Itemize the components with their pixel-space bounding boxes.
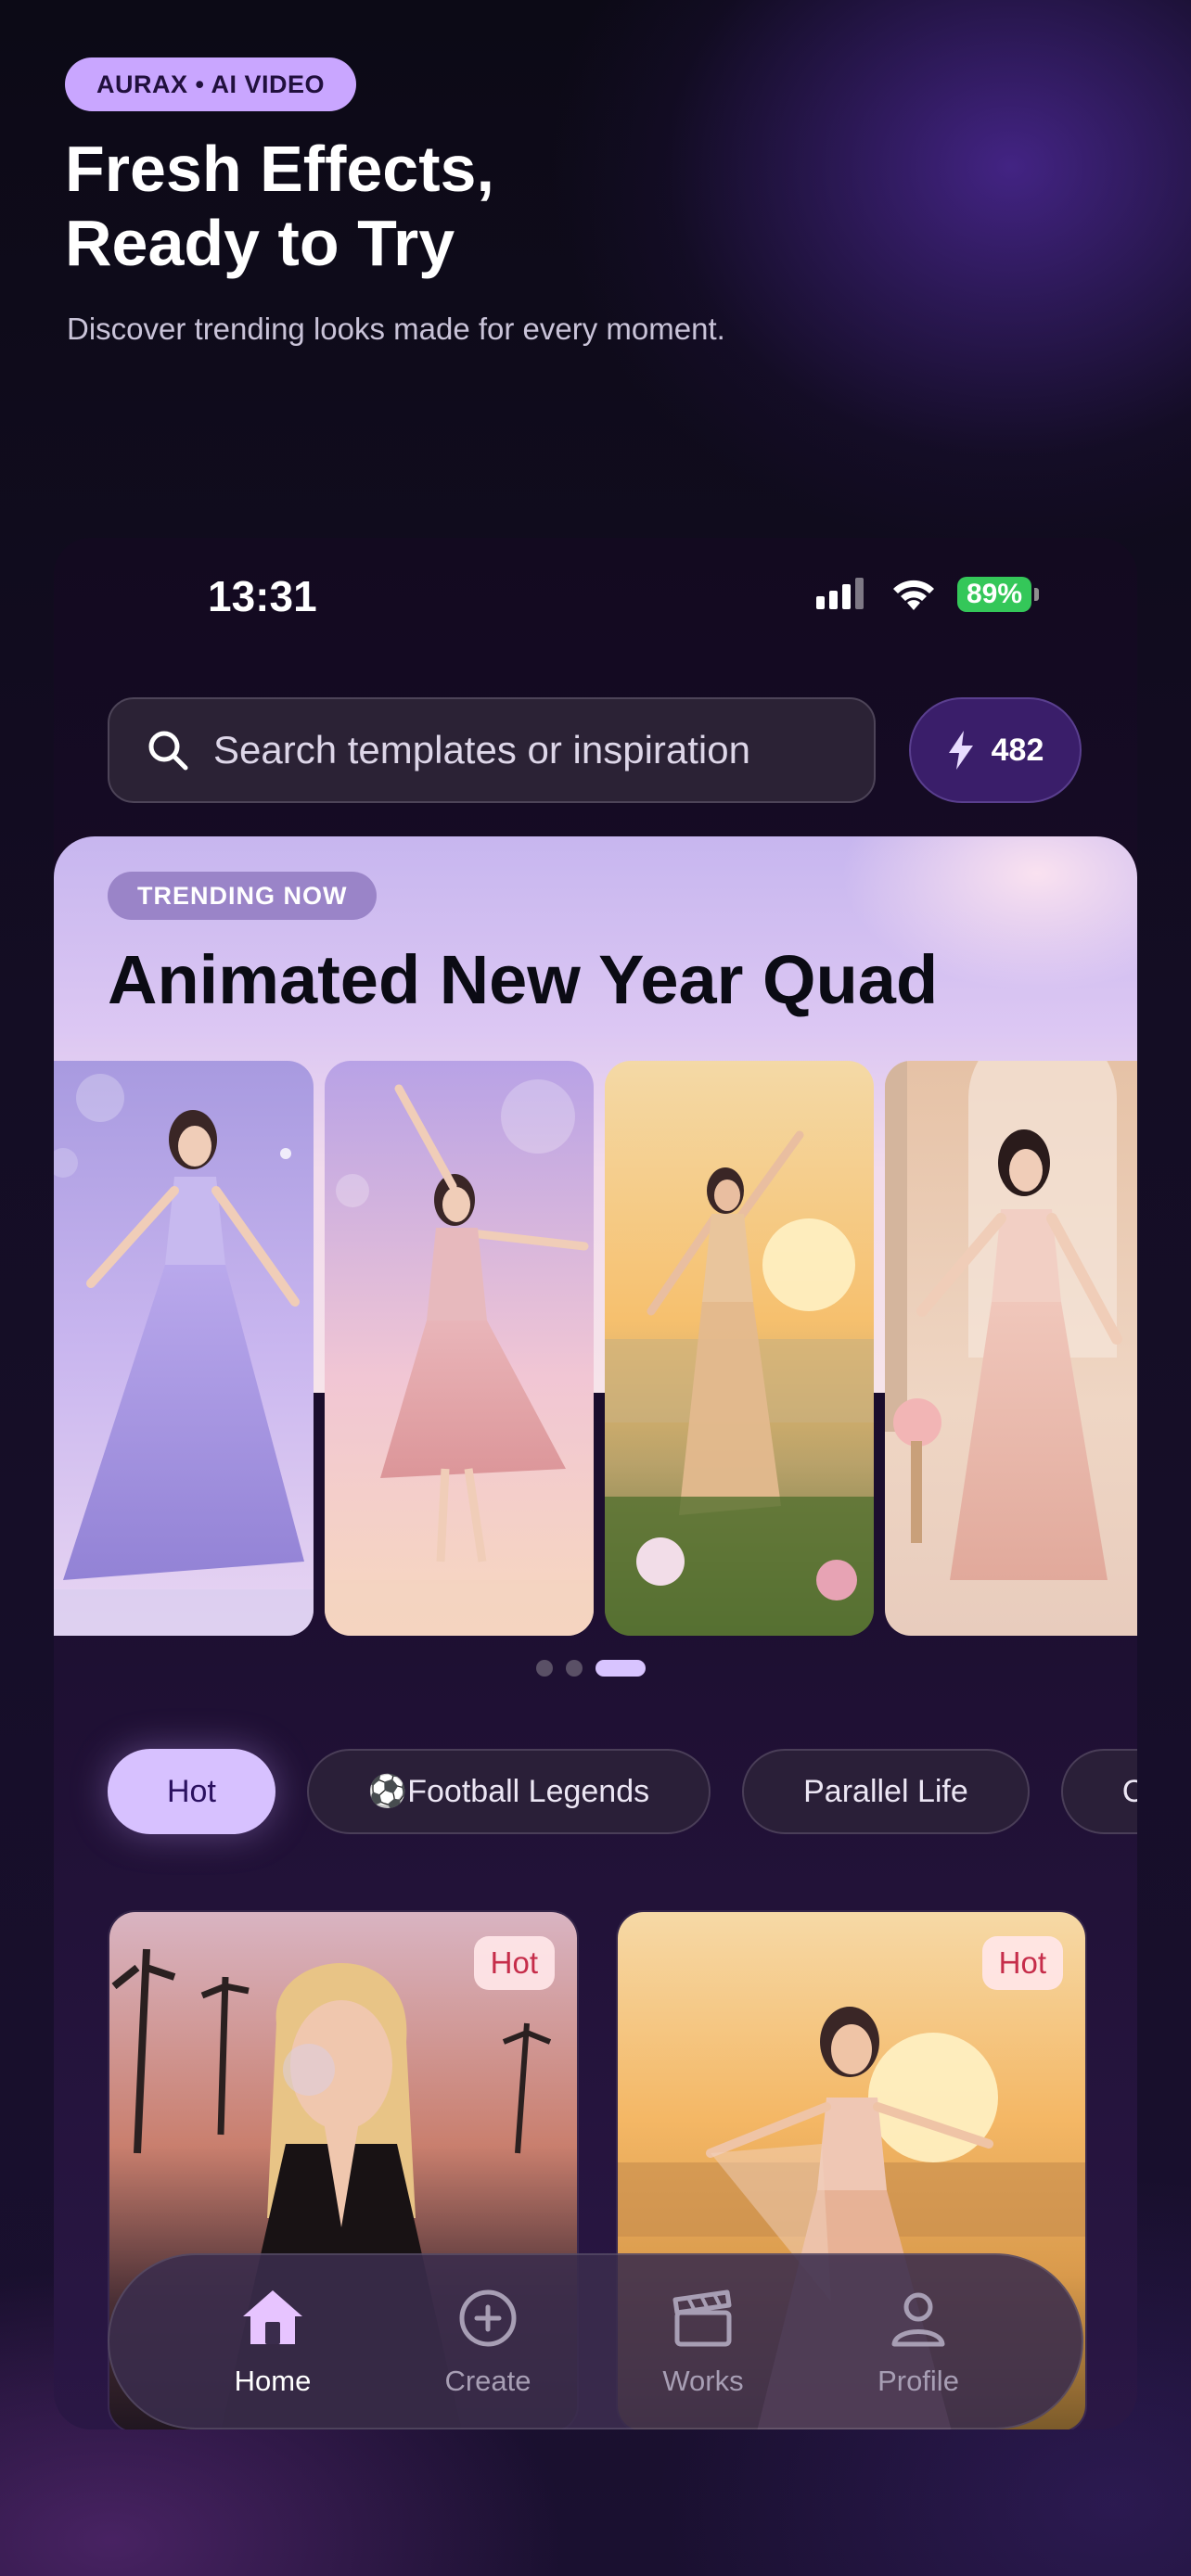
preview-image-3[interactable] [605, 1061, 874, 1636]
chip-co[interactable]: Co [1060, 1749, 1137, 1834]
tab-works-label: Works [662, 2365, 744, 2397]
signal-icon [815, 578, 864, 609]
tab-home-label: Home [234, 2365, 312, 2397]
hero-title: Animated New Year Quad [108, 941, 939, 1018]
chip-football-legends[interactable]: ⚽Football Legends [306, 1749, 711, 1834]
status-time: 13:31 [208, 572, 317, 620]
tab-create-label: Create [444, 2365, 531, 2397]
page-title-line-2: Ready to Try [65, 207, 455, 279]
hot-tag: Hot [473, 1936, 555, 1990]
tab-home[interactable]: Home [198, 2285, 347, 2398]
search-icon [148, 731, 188, 771]
search-placeholder: Search templates or inspiration [213, 728, 750, 772]
bottom-tab-bar: Home Create Works Profile [108, 2253, 1083, 2429]
carousel-pager[interactable] [536, 1660, 646, 1677]
tab-create[interactable]: Create [414, 2285, 562, 2398]
preview-image-2[interactable] [325, 1061, 594, 1636]
user-icon [891, 2292, 945, 2347]
preview-image-4[interactable] [885, 1061, 1137, 1636]
page-title: Fresh Effects, Ready to Try [65, 132, 900, 280]
trending-badge: TRENDING NOW [108, 872, 378, 920]
lightning-icon [948, 731, 973, 770]
tab-profile-label: Profile [877, 2365, 959, 2397]
tab-profile[interactable]: Profile [844, 2285, 992, 2398]
plus-circle-icon [459, 2289, 517, 2347]
credits-button[interactable]: 482 [909, 697, 1082, 803]
tab-works[interactable]: Works [629, 2285, 777, 2398]
phone-screen: 13:31 89% Search templates or inspiratio… [54, 538, 1137, 2429]
battery-indicator: 89% [956, 577, 1040, 612]
category-chips: Hot ⚽Football Legends Parallel Life Co [108, 1749, 1137, 1834]
pager-dot-3-active[interactable] [596, 1660, 646, 1677]
pager-dot-1[interactable] [536, 1660, 553, 1677]
clapperboard-icon [672, 2289, 732, 2347]
brand-badge: AURAX • AI VIDEO [65, 57, 356, 111]
page-title-line-1: Fresh Effects, [65, 133, 494, 205]
status-icons: 89% [815, 577, 1040, 612]
home-icon [243, 2290, 302, 2344]
hot-tag: Hot [981, 1936, 1063, 1990]
status-bar: 13:31 89% [54, 538, 1137, 658]
search-input[interactable]: Search templates or inspiration [108, 697, 876, 803]
credits-count: 482 [991, 732, 1044, 768]
chip-parallel-life[interactable]: Parallel Life [742, 1749, 1030, 1834]
wifi-icon [892, 580, 934, 610]
page-subtitle: Discover trending looks made for every m… [67, 312, 725, 346]
chip-hot[interactable]: Hot [108, 1749, 275, 1834]
pager-dot-2[interactable] [566, 1660, 583, 1677]
preview-image-1[interactable] [54, 1061, 314, 1636]
